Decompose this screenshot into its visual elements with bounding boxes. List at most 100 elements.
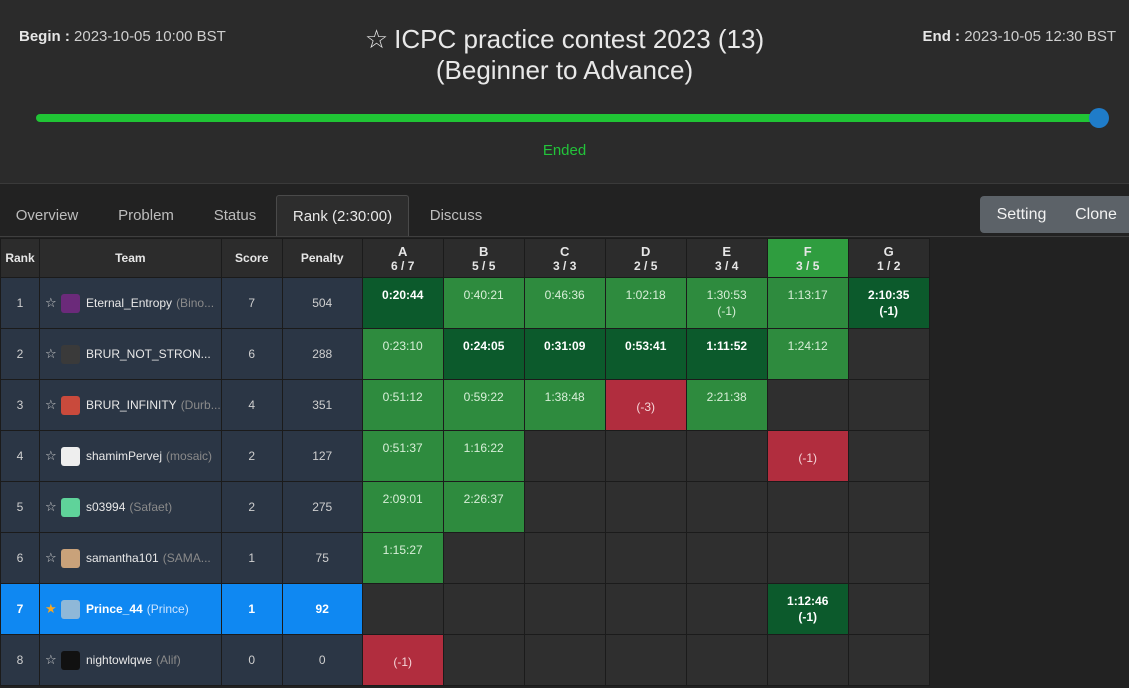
header-penalty[interactable]: Penalty [281,238,363,278]
problem-cell[interactable]: 1:12:46 (-1) [766,583,849,635]
header-score[interactable]: Score [220,238,283,278]
cell-time: 1:30:53 [706,288,747,302]
star-outline-icon[interactable]: ☆ [45,499,59,515]
header-problem[interactable]: B5 / 5 [442,238,525,278]
tab-overview[interactable]: Overview [0,195,94,236]
problem-cell[interactable]: 2:21:38 [685,379,768,431]
team-name[interactable]: shamimPervej [86,449,162,463]
problem-cell[interactable]: 0:51:37 [361,430,444,482]
problem-cell[interactable] [847,379,930,431]
problem-cell[interactable]: 1:30:53 (-1) [685,277,768,329]
header-problem[interactable]: A6 / 7 [361,238,444,278]
problem-cell[interactable] [685,532,768,584]
problem-cell[interactable]: 1:11:52 [685,328,768,380]
problem-cell[interactable]: 1:15:27 [361,532,444,584]
problem-cell[interactable]: 0:40:21 [442,277,525,329]
tab-status[interactable]: Status [198,195,272,236]
team-name[interactable]: nightowlqwe [86,653,152,667]
header-rank[interactable]: Rank [0,238,40,278]
problem-cell[interactable] [847,430,930,482]
problem-cell[interactable] [361,583,444,635]
problem-cell[interactable]: 0:51:12 [361,379,444,431]
problem-cell[interactable]: 0:24:05 [442,328,525,380]
tab-discuss[interactable]: Discuss [414,195,498,236]
problem-cell[interactable] [604,532,687,584]
team-name[interactable]: BRUR_INFINITY [86,398,177,412]
star-outline-icon[interactable]: ☆ [45,295,59,311]
header-problem[interactable]: F3 / 5 [766,238,849,278]
problem-cell[interactable] [523,430,606,482]
problem-cell[interactable]: 0:59:22 [442,379,525,431]
problem-cell[interactable] [604,481,687,533]
tab-rank[interactable]: Rank (2:30:00) [276,195,409,237]
star-outline-icon[interactable]: ☆ [45,346,59,362]
problem-cell[interactable] [766,532,849,584]
tab-problem[interactable]: Problem [100,195,192,236]
header-problem[interactable]: G1 / 2 [847,238,930,278]
problem-cell[interactable] [847,634,930,686]
problem-cell[interactable] [523,532,606,584]
star-outline-icon[interactable]: ☆ [45,652,59,668]
problem-cell[interactable] [604,634,687,686]
star-filled-icon[interactable]: ★ [45,601,59,617]
problem-cell[interactable]: 1:02:18 [604,277,687,329]
problem-cell[interactable] [523,481,606,533]
problem-cell[interactable]: (-1) [361,634,444,686]
problem-cell[interactable] [523,634,606,686]
problem-cell[interactable] [847,328,930,380]
problem-cell[interactable] [685,430,768,482]
problem-cell[interactable] [604,583,687,635]
table-row: 8 ☆ nightowlqwe (Alif) 0 0 (-1) [0,634,930,686]
team-name[interactable]: BRUR_NOT_STRON... [86,347,211,361]
problem-cell[interactable] [766,634,849,686]
problem-cell[interactable]: (-3) [604,379,687,431]
problem-cell[interactable]: 1:24:12 [766,328,849,380]
team-nickname: (mosaic) [166,449,213,463]
problem-cell[interactable] [442,583,525,635]
problem-cell[interactable] [766,481,849,533]
header-problem[interactable]: E3 / 4 [685,238,768,278]
team-name[interactable]: s03994 [86,500,125,514]
problem-cell[interactable] [766,379,849,431]
problem-cell[interactable]: 0:53:41 [604,328,687,380]
problem-cell[interactable] [442,532,525,584]
penalty-cell: 0 [281,634,363,686]
problem-cell[interactable] [604,430,687,482]
problem-cell[interactable] [685,481,768,533]
progress-handle[interactable] [1089,108,1109,128]
star-outline-icon[interactable]: ☆ [45,397,59,413]
score-cell: 2 [220,481,283,533]
cell-attempts: (-1) [717,304,737,318]
team-name[interactable]: Eternal_Entropy [86,296,172,310]
header-team[interactable]: Team [39,238,222,278]
problem-cell[interactable] [523,583,606,635]
problem-cell[interactable] [847,583,930,635]
problem-cell[interactable]: 0:23:10 [361,328,444,380]
problem-cell[interactable]: 1:13:17 [766,277,849,329]
header-problem[interactable]: D2 / 5 [604,238,687,278]
star-outline-icon[interactable]: ☆ [365,24,388,54]
problem-cell[interactable]: 0:46:36 [523,277,606,329]
setting-button[interactable]: Setting [980,196,1063,233]
clone-button[interactable]: Clone [1063,196,1129,233]
problem-cell[interactable] [685,634,768,686]
cell-time: (-1) [798,451,818,465]
problem-cell[interactable] [685,583,768,635]
problem-cell[interactable]: 0:20:44 [361,277,444,329]
problem-cell[interactable] [442,634,525,686]
header-problem[interactable]: C3 / 3 [523,238,606,278]
problem-cell[interactable] [847,532,930,584]
problem-cell[interactable]: 2:26:37 [442,481,525,533]
problem-cell[interactable]: 1:16:22 [442,430,525,482]
cell-time: 0:20:44 [382,288,424,302]
star-outline-icon[interactable]: ☆ [45,550,59,566]
problem-cell[interactable]: 1:38:48 [523,379,606,431]
problem-cell[interactable]: 2:09:01 [361,481,444,533]
problem-cell[interactable]: 2:10:35 (-1) [847,277,930,329]
team-name[interactable]: Prince_44 [86,602,143,616]
star-outline-icon[interactable]: ☆ [45,448,59,464]
team-name[interactable]: samantha101 [86,551,159,565]
problem-cell[interactable]: (-1) [766,430,849,482]
problem-cell[interactable]: 0:31:09 [523,328,606,380]
problem-cell[interactable] [847,481,930,533]
